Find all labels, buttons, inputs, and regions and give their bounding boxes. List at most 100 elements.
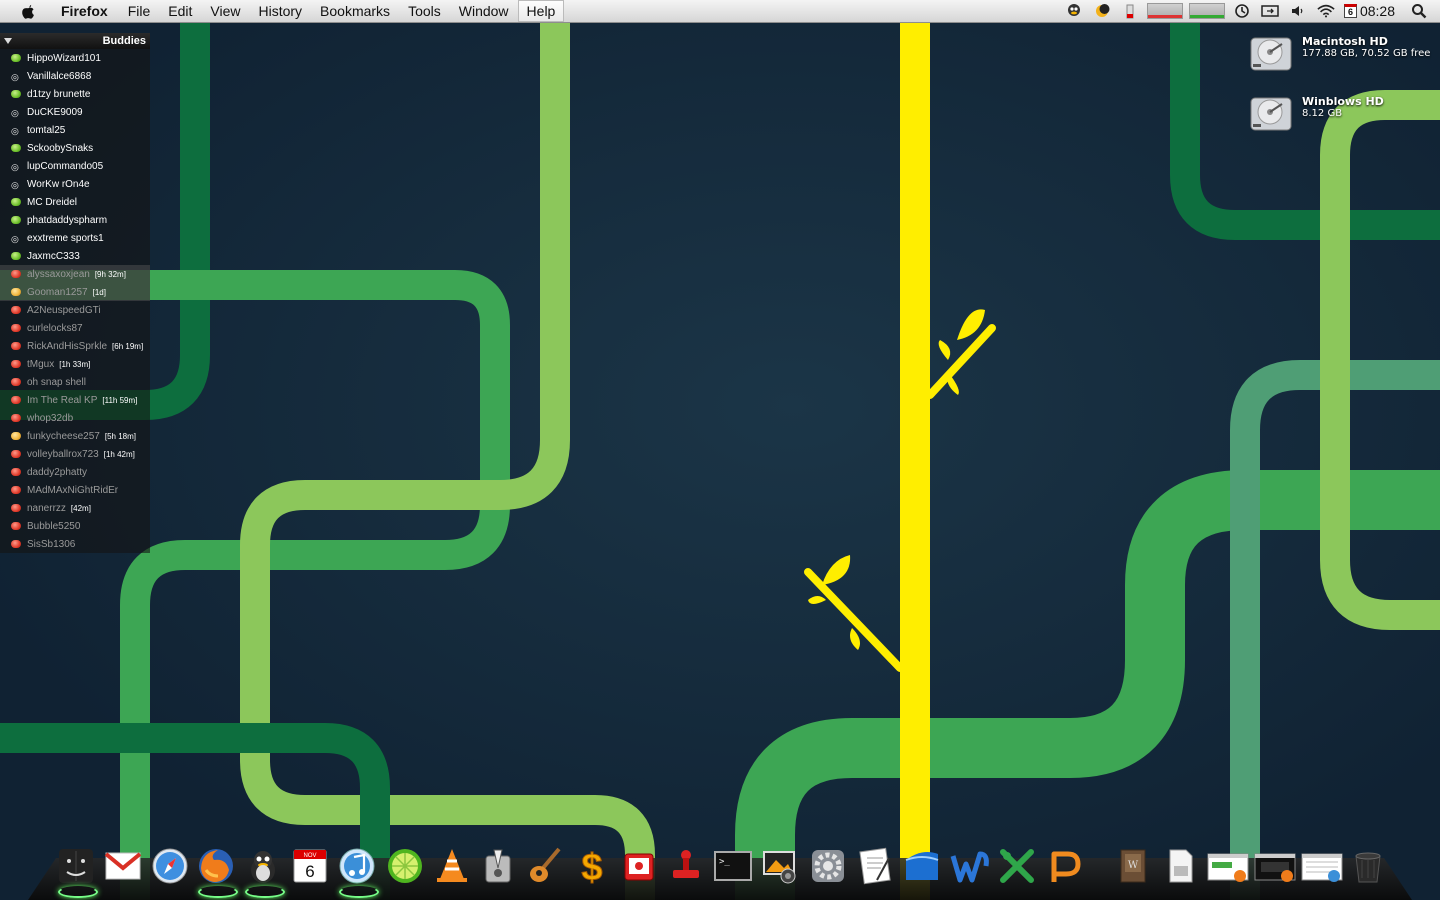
svg-text:W: W	[1128, 860, 1139, 871]
status-green-icon	[11, 90, 21, 98]
ical-icon[interactable]: NOV 6	[288, 844, 332, 888]
buddy-row[interactable]: nanerrzz [42m]	[0, 499, 150, 517]
buddy-row[interactable]: HippoWizard101	[0, 49, 150, 67]
garageband-icon[interactable]	[523, 844, 567, 888]
drive-macintosh-hd[interactable]: Macintosh HD 177.88 GB, 70.52 GB free	[1248, 32, 1430, 74]
buddy-row[interactable]: RickAndHisSprkle [6h 19m]	[0, 337, 150, 355]
automator-icon[interactable]	[476, 844, 520, 888]
buddy-name: phatdaddyspharm	[27, 214, 108, 226]
limewire-icon[interactable]	[383, 844, 427, 888]
documents-stack-icon[interactable]: W	[1111, 844, 1155, 888]
textedit-icon[interactable]	[853, 844, 897, 888]
trash-icon[interactable]	[1346, 844, 1390, 888]
menu-file[interactable]: File	[119, 0, 160, 22]
safari-icon[interactable]	[148, 844, 192, 888]
buddy-row[interactable]: JaxmcC333	[0, 247, 150, 265]
cpu-meter[interactable]	[1146, 3, 1183, 19]
minimized-window-2-icon[interactable]	[1253, 844, 1297, 888]
buddy-row[interactable]: funkycheese257 [5h 18m]	[0, 427, 150, 445]
hard-drive-icon	[1250, 37, 1292, 71]
moon-app-icon[interactable]	[1093, 3, 1111, 19]
spotlight-search-icon[interactable]	[1410, 3, 1428, 19]
menu-window[interactable]: Window	[450, 0, 518, 22]
ical-day: 6	[305, 862, 314, 881]
menu-bookmarks[interactable]: Bookmarks	[311, 0, 399, 22]
menu-help[interactable]: Help	[517, 0, 565, 22]
buddy-row[interactable]: A2NeuspeedGTi	[0, 301, 150, 319]
buddy-name: MAdMAxNiGhtRidEr	[27, 484, 119, 496]
buddy-row[interactable]: curlelocks87	[0, 319, 150, 337]
time-machine-icon[interactable]	[1233, 3, 1251, 19]
collapse-triangle-icon[interactable]	[4, 38, 12, 44]
wifi-icon[interactable]	[1317, 3, 1335, 19]
network-meter[interactable]	[1188, 3, 1225, 19]
buddy-row[interactable]: SisSb1306	[0, 535, 150, 553]
iphoto-icon[interactable]	[758, 844, 802, 888]
excel-icon[interactable]	[995, 844, 1039, 888]
buddy-row[interactable]: volleyballrox723 [1h 42m]	[0, 445, 150, 463]
buddy-row[interactable]: Gooman1257 [1d]	[0, 283, 150, 301]
buddy-row[interactable]: DuCKE9009	[0, 103, 150, 121]
buddy-list-header[interactable]: Buddies	[0, 33, 150, 49]
ical-menu-icon[interactable]: 6	[1343, 4, 1357, 18]
word-icon[interactable]	[948, 844, 992, 888]
stamp-icon[interactable]	[664, 844, 708, 888]
terminal-icon[interactable]: >_	[711, 844, 755, 888]
buddy-name: WorKw rOn4e	[27, 178, 90, 190]
buddy-row[interactable]: d1tzy brunette	[0, 85, 150, 103]
finder-icon[interactable]	[54, 844, 98, 898]
itunes-icon[interactable]	[335, 844, 379, 898]
menu-view[interactable]: View	[201, 0, 249, 22]
menu-clock[interactable]: 08:28	[1360, 3, 1395, 19]
app-menu-firefox[interactable]: Firefox	[52, 0, 119, 22]
menu-tools[interactable]: Tools	[399, 0, 450, 22]
battery-meter-icon[interactable]	[1121, 3, 1139, 19]
desktop-wallpaper	[0, 0, 1440, 900]
minimized-window-1-icon[interactable]	[1206, 844, 1250, 888]
buddy-row[interactable]: whop32db	[0, 409, 150, 427]
buddy-name: tomtal25	[27, 124, 66, 136]
powerpoint-icon[interactable]	[1042, 844, 1086, 888]
minimized-window-3-icon[interactable]	[1300, 844, 1344, 888]
vlc-icon[interactable]	[430, 844, 474, 888]
buddy-row[interactable]: exxtreme sports1	[0, 229, 150, 247]
status-red-icon	[11, 450, 21, 458]
status-yellow-icon	[11, 288, 21, 296]
downloads-stack-icon[interactable]	[1158, 844, 1202, 888]
buddy-name: JaxmcC333	[27, 250, 80, 262]
drive-winblows-hd[interactable]: Winblows HD 8.12 GB	[1248, 92, 1384, 134]
buddy-row[interactable]: tMgux [1h 33m]	[0, 355, 150, 373]
status-red-icon	[11, 504, 21, 512]
menu-edit[interactable]: Edit	[159, 0, 201, 22]
money-icon[interactable]: $	[570, 844, 614, 888]
buddy-row[interactable]: Vanillalce6868	[0, 67, 150, 85]
buddy-row[interactable]: oh snap shell	[0, 373, 150, 391]
buddy-row[interactable]: MAdMAxNiGhtRidEr	[0, 481, 150, 499]
menu-history[interactable]: History	[249, 0, 311, 22]
buddy-row[interactable]: WorKw rOn4e	[0, 175, 150, 193]
display-mirroring-icon[interactable]	[1261, 3, 1279, 19]
buddy-row[interactable]: Bubble5250	[0, 517, 150, 535]
firefox-icon[interactable]	[194, 844, 238, 898]
status-mobile-icon	[11, 234, 21, 242]
mac-finder-blue-icon[interactable]	[900, 844, 944, 888]
adium-duck-icon[interactable]	[1065, 3, 1083, 19]
status-mobile-icon	[11, 126, 21, 134]
buddy-row[interactable]: lupCommando05	[0, 157, 150, 175]
buddy-row[interactable]: Im The Real KP [11h 59m]	[0, 391, 150, 409]
photo-booth-icon[interactable]	[617, 844, 661, 888]
buddy-row[interactable]: phatdaddyspharm	[0, 211, 150, 229]
apple-menu-icon[interactable]	[18, 2, 38, 20]
status-green-icon	[11, 54, 21, 62]
buddy-row[interactable]: tomtal25	[0, 121, 150, 139]
system-preferences-icon[interactable]	[806, 844, 850, 888]
gmail-icon[interactable]	[101, 844, 145, 888]
status-red-icon	[11, 342, 21, 350]
status-red-icon	[11, 468, 21, 476]
volume-icon[interactable]	[1289, 3, 1307, 19]
adium-icon[interactable]	[241, 844, 285, 898]
buddy-row[interactable]: MC Dreidel	[0, 193, 150, 211]
buddy-row[interactable]: alyssaxoxjean [9h 32m]	[0, 265, 150, 283]
buddy-row[interactable]: daddy2phatty	[0, 463, 150, 481]
buddy-row[interactable]: SckoobySnaks	[0, 139, 150, 157]
